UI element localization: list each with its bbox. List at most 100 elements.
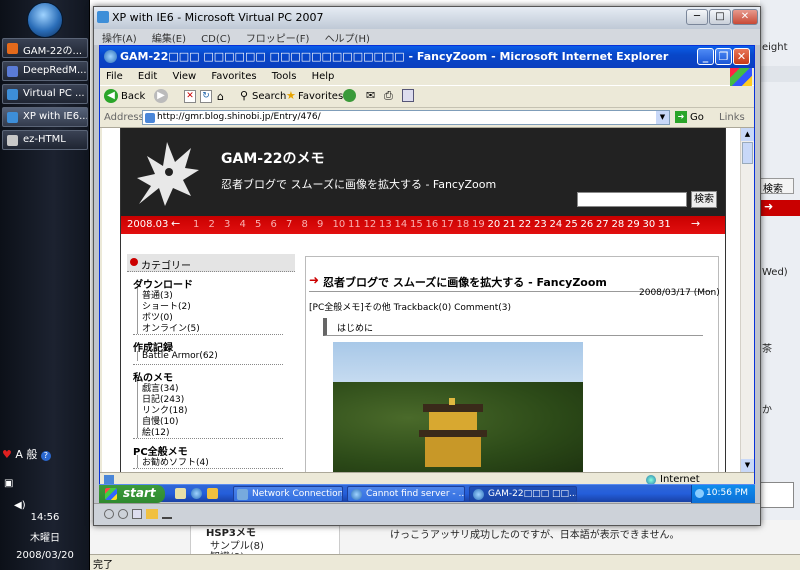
ime-indicator[interactable]: A 般 [15,448,37,461]
edit-icon[interactable] [402,89,414,102]
quicklaunch-folder-icon[interactable] [207,488,218,499]
blog-search-button[interactable]: 検索 [691,191,717,208]
calendar-day[interactable]: 16 [426,219,439,230]
vista-clock[interactable]: 14:56 木曜日 2008/03/20 [0,512,90,561]
back-arrow-icon[interactable]: ◀ [104,89,118,103]
calendar-day[interactable]: 2 [209,219,215,230]
calendar-day[interactable]: 10 [333,219,346,230]
scroll-down-icon[interactable]: ▼ [741,459,754,472]
refresh-icon[interactable]: ↻ [200,90,212,103]
calendar-day[interactable]: 28 [612,219,625,230]
chevron-down-icon[interactable]: ▼ [656,111,669,124]
stop-icon[interactable]: ✕ [184,90,196,103]
ie-restore-button[interactable]: ❐ [715,48,732,65]
calendar-day[interactable]: 7 [286,219,292,230]
search-icon[interactable]: ⚲ [240,89,248,102]
vpc-menu-help[interactable]: ヘルプ(H) [325,34,370,45]
vista-task-ezhtml[interactable]: ez-HTML [2,130,88,150]
folder-icon[interactable] [146,509,158,519]
calendar-day[interactable]: 14 [395,219,408,230]
vpc-menu-cd[interactable]: CD(C) [201,34,230,45]
ie-menu-favorites[interactable]: Favorites [211,71,256,82]
calendar-day[interactable]: 13 [379,219,392,230]
calendar-day[interactable]: 18 [457,219,470,230]
blog-title[interactable]: GAM-22のメモ [221,148,325,168]
calendar-day[interactable]: 20 [488,219,501,230]
ie-menu-edit[interactable]: Edit [138,71,157,82]
calendar-day[interactable]: 22 [519,219,532,230]
arrow-right-icon[interactable]: → [691,217,700,230]
calendar-day[interactable]: 27 [596,219,609,230]
calendar-day[interactable]: 30 [643,219,656,230]
home-icon[interactable]: ⌂ [217,90,224,103]
floppy-icon[interactable] [132,509,142,519]
calendar-day[interactable]: 6 [271,219,277,230]
calendar-day[interactable]: 19 [472,219,485,230]
category-item[interactable]: 絵(12) [137,425,169,438]
star-icon[interactable]: ★ [286,89,296,102]
windows-start-orb[interactable] [27,2,63,38]
ie-minimize-button[interactable]: _ [697,48,714,65]
category-item[interactable]: お勧めソフト(4) [137,455,209,468]
calendar-day[interactable]: 1 [193,219,199,230]
calendar-day[interactable]: 26 [581,219,594,230]
scroll-thumb[interactable] [742,142,753,164]
links-label[interactable]: Links [719,112,745,123]
calendar-day[interactable]: 12 [364,219,377,230]
network-adapter-icon[interactable] [162,509,172,519]
go-arrow-icon[interactable]: ➜ [675,111,687,123]
entry-meta[interactable]: [PC全般メモ]その他 Trackback(0) Comment(3) [309,300,511,313]
calendar-day[interactable]: 29 [627,219,640,230]
xp-task-cannot-find[interactable]: Cannot find server - ... [347,486,465,502]
kinkakuji-photo[interactable] [333,342,583,472]
ie-vertical-scrollbar[interactable]: ▲ ▼ [740,128,754,472]
quicklaunch-desktop-icon[interactable] [191,488,202,499]
vpc-title-bar[interactable]: XP with IE6 - Microsoft Virtual PC 2007 [94,7,760,29]
search-button[interactable]: Search [252,91,286,102]
ie-menu-tools[interactable]: Tools [272,71,297,82]
calendar-day[interactable]: 3 [224,219,230,230]
cd-icon[interactable] [104,509,114,519]
calendar-day[interactable]: 15 [410,219,423,230]
vpc-menu-edit[interactable]: 編集(E) [152,34,186,45]
vista-task-xp[interactable]: XP with IE6... [2,107,88,127]
maximize-button[interactable]: □ [709,9,731,25]
calendar-day[interactable]: 31 [658,219,671,230]
history-icon[interactable] [343,89,356,102]
speaker-icon[interactable]: ◀) [14,500,26,511]
blog-search-input[interactable] [577,192,687,207]
ie-menu-help[interactable]: Help [312,71,335,82]
close-button[interactable]: ✕ [732,9,758,25]
arrow-left-icon[interactable]: ← [171,217,180,230]
vista-task-gam22[interactable]: GAM-22の... [2,38,88,58]
vista-task-virtualpc[interactable]: Virtual PC ... [2,84,88,104]
host-search-button[interactable]: 検索 [760,178,794,195]
vpc-menu-floppy[interactable]: フロッピー(F) [246,34,310,45]
xp-task-network[interactable]: Network Connections [233,486,343,502]
entry-title[interactable]: 忍者ブログで スムーズに画像を拡大する - FancyZoom [323,274,607,290]
calendar-day[interactable]: 11 [348,219,361,230]
help-icon[interactable]: ? [40,451,51,461]
ie-close-button[interactable]: ✕ [733,48,750,65]
ie-menu-view[interactable]: View [172,71,196,82]
forward-arrow-icon[interactable]: ▶ [154,89,168,103]
category-item[interactable]: Battle Armor(62) [137,351,218,361]
mail-icon[interactable]: ✉ [366,89,375,102]
calendar-day[interactable]: 8 [302,219,308,230]
ie-title-bar[interactable]: GAM-22□□□ □□□□□□ □□□□□□□□□□□□□ - FancyZo… [100,46,754,68]
back-button[interactable]: Back [121,91,145,102]
calendar-day[interactable]: 21 [503,219,516,230]
quicklaunch-ie-icon[interactable] [175,488,186,499]
calendar-day[interactable]: 25 [565,219,578,230]
xp-start-button[interactable]: start [99,485,165,503]
calendar-day[interactable]: 5 [255,219,261,230]
xp-clock[interactable]: 10:56 PM [706,488,748,498]
calendar-day[interactable]: 23 [534,219,547,230]
scroll-up-icon[interactable]: ▲ [741,128,754,141]
calendar-day[interactable]: 17 [441,219,454,230]
disk-icon[interactable] [118,509,128,519]
network-icon[interactable]: ▣ [4,478,13,489]
category-item[interactable]: オンライン(5) [137,321,200,334]
vista-task-deepred[interactable]: DeepRedM... [2,61,88,81]
favorites-button[interactable]: Favorites [298,91,343,102]
